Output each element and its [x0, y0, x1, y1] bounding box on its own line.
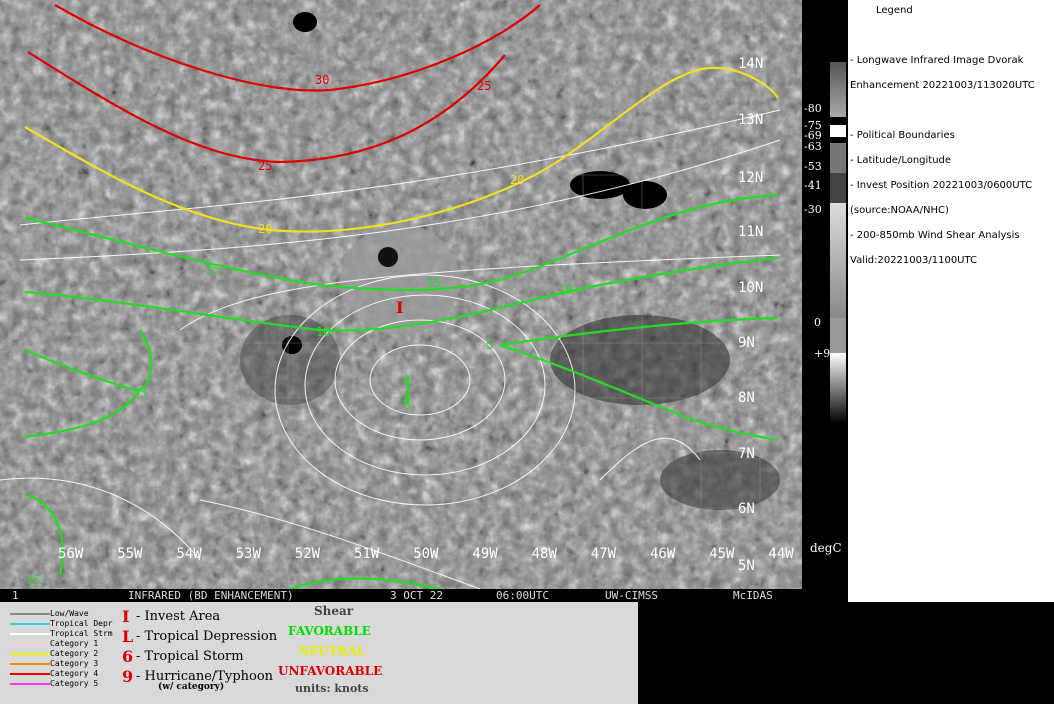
line-label: Tropical Strm	[50, 629, 113, 638]
lat-label: 14N	[738, 56, 763, 72]
colorbar-tick: -30	[804, 203, 822, 216]
symbol-glyph: L	[122, 627, 134, 646]
lon-label: 51W	[354, 546, 380, 562]
image-time: 06:00UTC	[496, 589, 549, 602]
shear-label: 5	[140, 386, 147, 400]
shear-unfavorable: UNFAVORABLE	[278, 664, 383, 678]
colorbar-tick: -63	[804, 140, 822, 153]
line-swatch	[10, 613, 50, 615]
lon-label: 54W	[176, 546, 202, 562]
line-swatch	[10, 673, 50, 675]
line-swatch	[10, 683, 50, 685]
symbol-label: - Tropical Storm	[136, 649, 244, 664]
lon-label: 45W	[709, 546, 735, 562]
shear-neutral: NEUTRAL	[298, 644, 366, 658]
shear-label: 15	[205, 262, 219, 276]
shear-label: 10	[558, 283, 572, 297]
source-label: UW-CIMSS	[605, 589, 658, 602]
symbol-label: - Invest Area	[136, 609, 221, 624]
lat-label: 10N	[738, 280, 763, 296]
legend-invest-position: - Invest Position 20221003/0600UTC	[850, 180, 1033, 191]
shear-title: Shear	[314, 604, 354, 618]
symbol-label: - Tropical Depression	[136, 629, 278, 644]
product-name: INFRARED (BD ENHANCEMENT)	[128, 589, 294, 602]
line-swatch	[10, 643, 50, 645]
lon-label: 48W	[532, 546, 558, 562]
legend-valid-time: Valid:20221003/1100UTC	[850, 255, 978, 266]
symbol-glyph: I	[122, 607, 130, 626]
colorbar-tick: -41	[804, 179, 822, 192]
line-label: Category 4	[50, 669, 99, 678]
line-label: Tropical Depr	[50, 619, 113, 628]
lon-label: 49W	[472, 546, 498, 562]
line-label: Category 1	[50, 639, 99, 648]
lat-label: 6N	[738, 501, 755, 517]
lon-label: 50W	[413, 546, 439, 562]
legend-wind-shear: - 200-850mb Wind Shear Analysis	[850, 230, 1020, 241]
satellite-map[interactable]: 30 25 25 20 20 15 15 10 10 5 5 5 15 14N 13N 12N 11N 10N 9…	[0, 0, 802, 589]
category-note: (w/ category)	[158, 682, 225, 692]
map-canvas: 30 252520201515101055515 14N13N12N11N10N9…	[0, 0, 802, 589]
frame-number: 1	[12, 589, 19, 602]
symbol-glyph: 9	[122, 667, 134, 686]
line-swatch	[10, 623, 50, 625]
shear-label: 20	[510, 173, 524, 187]
colorbar-unit: degC	[810, 541, 842, 555]
colorbar-tick: -80	[804, 102, 822, 115]
colorbar-tick: 0	[814, 316, 821, 329]
lat-label: 13N	[738, 112, 763, 128]
colorbar-tick: -53	[804, 160, 822, 173]
shear-label: 10	[316, 325, 330, 339]
line-label: Category 2	[50, 649, 99, 658]
shear-label: 5	[486, 338, 493, 352]
status-bar: 1 INFRARED (BD ENHANCEMENT) 3 OCT 22 06:…	[0, 589, 802, 602]
legend-panel: Legend - Longwave Infrared Image Dvorak …	[848, 0, 1054, 602]
lon-label: 44W	[768, 546, 794, 562]
shear-label: 30	[315, 73, 329, 87]
legend-lat-lon: - Latitude/Longitude	[850, 155, 952, 166]
line-swatch	[10, 653, 50, 655]
shear-label: 15	[26, 573, 40, 587]
lat-label: 11N	[738, 224, 763, 240]
shear-label: 25	[258, 159, 272, 173]
lon-label: 55W	[117, 546, 143, 562]
colorbar-tick: +9	[814, 347, 830, 360]
line-swatch	[10, 663, 50, 665]
lat-label: 7N	[738, 446, 755, 462]
shear-label: 15	[427, 276, 441, 290]
symbol-glyph: 6	[122, 647, 134, 666]
invest-marker[interactable]: I	[396, 298, 403, 317]
bottom-legend: Low/Wave Tropical Depr Tropical Strm Catego…	[0, 602, 638, 704]
legend-ir-enhancement: Enhancement 20221003/113020UTC	[850, 80, 1035, 91]
shear-favorable: FAVORABLE	[288, 624, 371, 638]
lat-label: 12N	[738, 170, 763, 186]
lon-label: 53W	[236, 546, 262, 562]
line-label: Category 5	[50, 679, 99, 688]
legend-ir-image: - Longwave Infrared Image Dvorak	[850, 55, 1024, 66]
shear-units: units: knots	[295, 682, 369, 695]
colorbar-ticks: -80-75-69-63-53-41-300+9	[804, 102, 830, 360]
software-label: McIDAS	[733, 589, 773, 602]
temperature-colorbar: -80 -75 -69 -63 -53 -41 -30 0 +9 degC	[802, 0, 848, 602]
lat-label: 9N	[738, 335, 755, 351]
legend-title: Legend	[876, 5, 913, 16]
shear-label: 20	[258, 222, 272, 236]
lon-label: 56W	[58, 546, 84, 562]
lon-label: 52W	[295, 546, 321, 562]
lat-label: 5N	[738, 558, 755, 574]
lat-label: 8N	[738, 390, 755, 406]
shear-label: 25	[477, 79, 491, 93]
legend-invest-source: (source:NOAA/NHC)	[850, 205, 949, 216]
legend-political-boundaries: - Political Boundaries	[850, 130, 955, 141]
image-date: 3 OCT 22	[390, 589, 443, 602]
lon-label: 47W	[591, 546, 617, 562]
line-label: Category 3	[50, 659, 99, 668]
line-label: Low/Wave	[50, 609, 89, 618]
lon-label: 46W	[650, 546, 676, 562]
colorbar-graphic: -80-75-69-63-53-41-300+9	[804, 62, 846, 423]
line-swatch	[10, 633, 50, 635]
bottom-right-blank	[638, 602, 1054, 704]
